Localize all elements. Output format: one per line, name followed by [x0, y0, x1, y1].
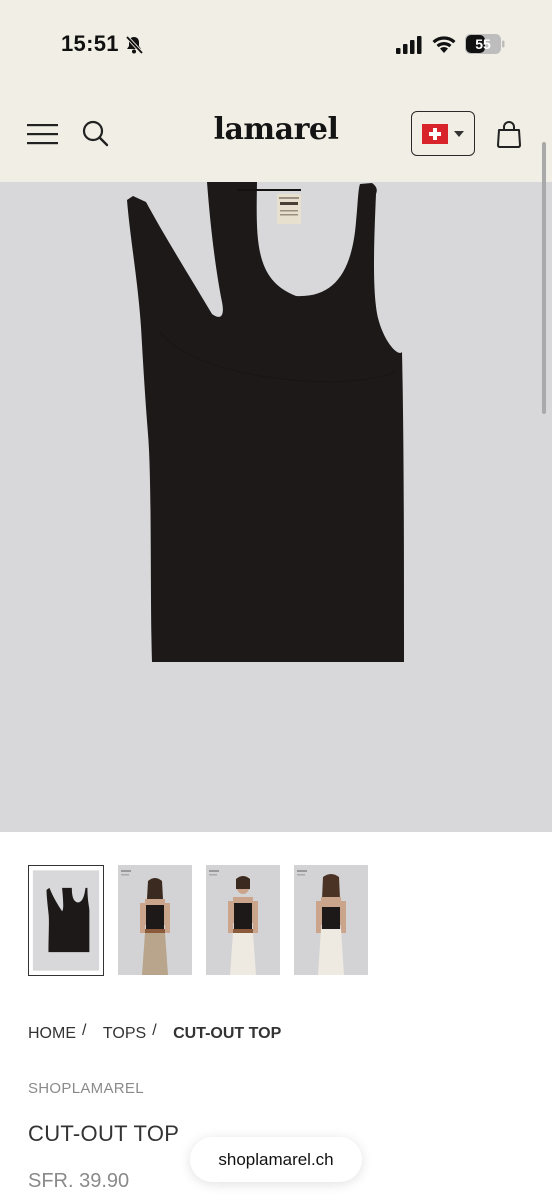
thumbnail-gallery	[0, 865, 552, 977]
bell-muted-icon	[125, 35, 144, 55]
product-price: SFR. 39.90	[28, 1170, 130, 1192]
thumbnail-model-front-white[interactable]	[206, 865, 280, 975]
breadcrumb-separator: /	[82, 1022, 87, 1039]
country-selector[interactable]	[411, 111, 475, 156]
thumbnail-model-front-beige[interactable]	[118, 865, 192, 975]
browser-url-bar[interactable]: shoplamarel.ch	[190, 1137, 362, 1182]
product-brand[interactable]: SHOPLAMAREL	[28, 1080, 144, 1097]
status-time: 15:51	[61, 31, 119, 56]
model-thumbnail	[206, 865, 280, 975]
site-header: lamarel	[0, 90, 552, 182]
signal-icon	[396, 36, 422, 54]
chevron-down-icon	[454, 131, 464, 137]
model-thumbnail	[118, 865, 192, 975]
breadcrumb: HOME / TOPS / CUT-OUT TOP	[28, 1022, 282, 1043]
breadcrumb-home[interactable]: HOME	[28, 1025, 76, 1043]
product-image[interactable]	[0, 182, 552, 832]
thumbnail-product-front[interactable]	[28, 865, 104, 976]
model-thumbnail	[294, 865, 368, 975]
status-bar: 15:51 55	[0, 0, 552, 90]
breadcrumb-current: CUT-OUT TOP	[173, 1025, 282, 1042]
thumbnail-model-back-white[interactable]	[294, 865, 368, 975]
page-scrollbar[interactable]	[542, 142, 546, 414]
breadcrumb-separator: /	[152, 1022, 157, 1039]
battery-level: 55	[475, 36, 491, 52]
battery-icon: 55	[465, 34, 505, 54]
product-title: CUT-OUT TOP	[28, 1121, 180, 1146]
tank-top-image	[127, 182, 404, 662]
wifi-icon	[432, 36, 456, 53]
shopping-bag-icon[interactable]	[496, 120, 522, 148]
breadcrumb-tops[interactable]: TOPS	[103, 1025, 146, 1043]
tank-top-thumbnail	[32, 870, 100, 971]
switzerland-flag-icon	[422, 124, 448, 144]
